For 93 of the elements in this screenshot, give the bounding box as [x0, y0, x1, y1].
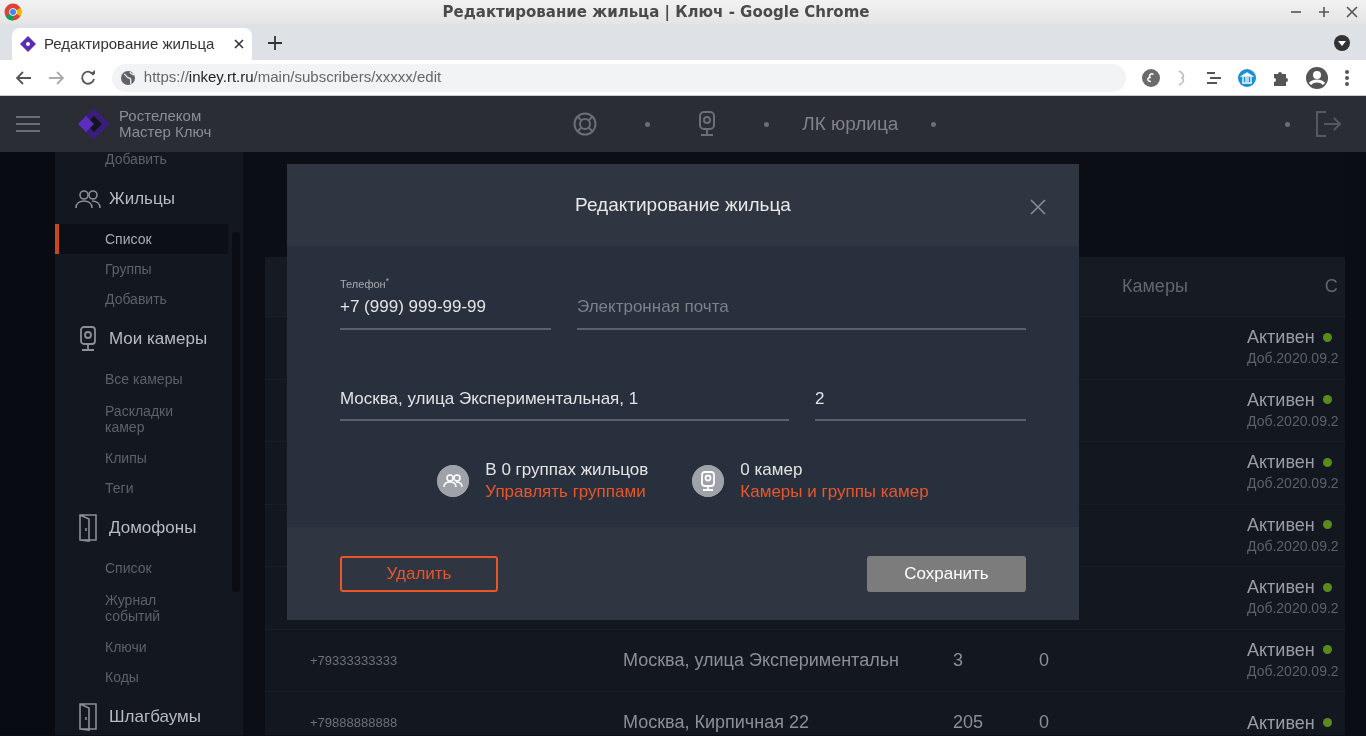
status-text: Активен — [1247, 711, 1315, 734]
table-cell: 0 — [1039, 649, 1049, 670]
people-icon — [437, 465, 470, 497]
status-text: Активен — [1247, 638, 1315, 661]
profile-icon[interactable] — [1306, 66, 1328, 89]
delete-button[interactable]: Удалить — [340, 555, 498, 592]
webcam-icon[interactable] — [698, 111, 717, 137]
nav-item[interactable]: Клипы — [55, 443, 243, 473]
browser-logo-icon — [4, 3, 22, 21]
nav-item[interactable]: Все камеры — [55, 364, 243, 394]
column-header[interactable]: С — [1324, 273, 1338, 300]
status-dot — [1322, 520, 1332, 530]
input-field[interactable]: +7 (999) 999-99-99 — [340, 290, 551, 330]
info-text: В 0 группах жильцов — [485, 459, 649, 481]
added-date: Доб.2020.09.2 — [1247, 661, 1339, 681]
bank-icon[interactable] — [1238, 68, 1256, 87]
status-dot — [1322, 582, 1332, 592]
status-text: Активен — [1247, 576, 1315, 599]
table-cell-text: Москва, Кирпичная 22 — [623, 711, 810, 735]
link[interactable]: Управлять группами — [485, 481, 649, 503]
lifebuoy-icon[interactable] — [573, 112, 598, 136]
added-date: Доб.2020.09.2 — [1247, 349, 1339, 369]
status-dot — [1322, 395, 1332, 405]
browser-tab[interactable]: Редактирование жильца — [12, 28, 252, 60]
table-cell: 205 — [953, 712, 984, 733]
back-icon[interactable] — [16, 69, 32, 86]
more-icon[interactable] — [1344, 68, 1350, 87]
input-field[interactable]: 2 — [815, 381, 1026, 421]
column-header[interactable]: Камеры — [1122, 273, 1188, 300]
input-field[interactable]: Москва, улица Экспериментальная, 1 — [340, 381, 789, 421]
link[interactable]: Камеры и группы камер — [740, 481, 929, 503]
table-cell: 3 — [953, 649, 963, 670]
people-icon — [75, 189, 101, 209]
nav-item[interactable]: Раскладки камер — [55, 394, 243, 443]
nav-item[interactable]: Ключи — [55, 632, 243, 662]
separator-dot — [1285, 121, 1290, 127]
nav-item[interactable]: Добавить — [55, 284, 243, 314]
table-cell: 0 — [1039, 712, 1049, 733]
logo-text: Мастер Ключ — [119, 124, 212, 140]
nav-section[interactable]: Жильцы — [55, 174, 243, 224]
status-text: Активен — [1247, 451, 1315, 474]
webcam-icon — [79, 326, 97, 352]
table-cell: +79888888888 — [310, 715, 398, 730]
reload-icon[interactable] — [79, 69, 96, 86]
globe-icon — [119, 69, 136, 86]
nav-item[interactable]: Группы — [55, 254, 243, 284]
status-text: Активен — [1247, 326, 1315, 349]
nav-section[interactable]: Мои камеры — [55, 314, 243, 364]
separator-dot — [931, 121, 937, 127]
nav-section[interactable]: Шлагбаумы — [55, 692, 243, 735]
door-icon — [79, 514, 97, 542]
maximize-icon[interactable] — [1318, 6, 1330, 18]
close-icon[interactable] — [1346, 6, 1358, 18]
nav-item[interactable]: Список — [55, 553, 243, 583]
window-title: Редактирование жильца | Ключ - Google Chrome — [442, 3, 870, 21]
nav-item[interactable]: Журнал событий — [55, 583, 243, 632]
door-icon — [79, 703, 97, 731]
status-dot — [1322, 457, 1332, 467]
dialog-title: Редактирование жильца — [575, 192, 791, 217]
input-field[interactable]: Электронная почта — [577, 290, 1026, 330]
nav-item[interactable]: Коды — [55, 662, 243, 692]
status-text: Активен — [1247, 513, 1315, 536]
list-icon[interactable] — [1206, 70, 1222, 85]
info-text: 0 камер — [740, 459, 804, 481]
added-date: Доб.2020.09.2 — [1247, 474, 1339, 494]
added-date: Доб.2020.09.2 — [1247, 599, 1339, 619]
separator-dot — [764, 121, 770, 127]
added-date: Доб.2020.09.2 — [1247, 411, 1339, 431]
close-icon[interactable] — [234, 39, 244, 49]
nav-item[interactable]: Теги — [55, 473, 243, 503]
table-cell: +79333333333 — [310, 652, 398, 668]
dropdown-icon[interactable] — [1334, 35, 1350, 51]
table-cell-text: Москва, улица Экспериментальн — [623, 648, 900, 672]
logo-icon — [77, 107, 111, 141]
field-label: Телефон$^{*}$ — [340, 278, 389, 290]
added-date: Доб.2020.09.2 — [1247, 536, 1339, 556]
extension-icon[interactable] — [1142, 68, 1160, 87]
separator-dot — [645, 121, 651, 127]
diamond-icon — [20, 36, 36, 52]
nav-item[interactable]: Список — [55, 224, 228, 254]
plus-icon[interactable] — [268, 36, 282, 50]
webcam-icon — [692, 465, 725, 497]
address-bar[interactable]: https://inkey.rt.ru/main/subscribers/xxxxx/edit — [111, 63, 1126, 92]
status-text: Активен — [1247, 388, 1315, 411]
menu-icon[interactable] — [16, 115, 40, 133]
status-dot — [1322, 332, 1332, 342]
nav-section[interactable]: Домофоны — [55, 503, 243, 553]
nav-item[interactable]: Добавить — [55, 152, 243, 174]
account-link[interactable]: ЛК юрлица — [802, 109, 899, 139]
logo-text: Ростелеком — [119, 108, 203, 124]
save-button[interactable]: Сохранить — [867, 555, 1026, 592]
status-dot — [1322, 645, 1332, 655]
status-dot — [1322, 718, 1332, 728]
